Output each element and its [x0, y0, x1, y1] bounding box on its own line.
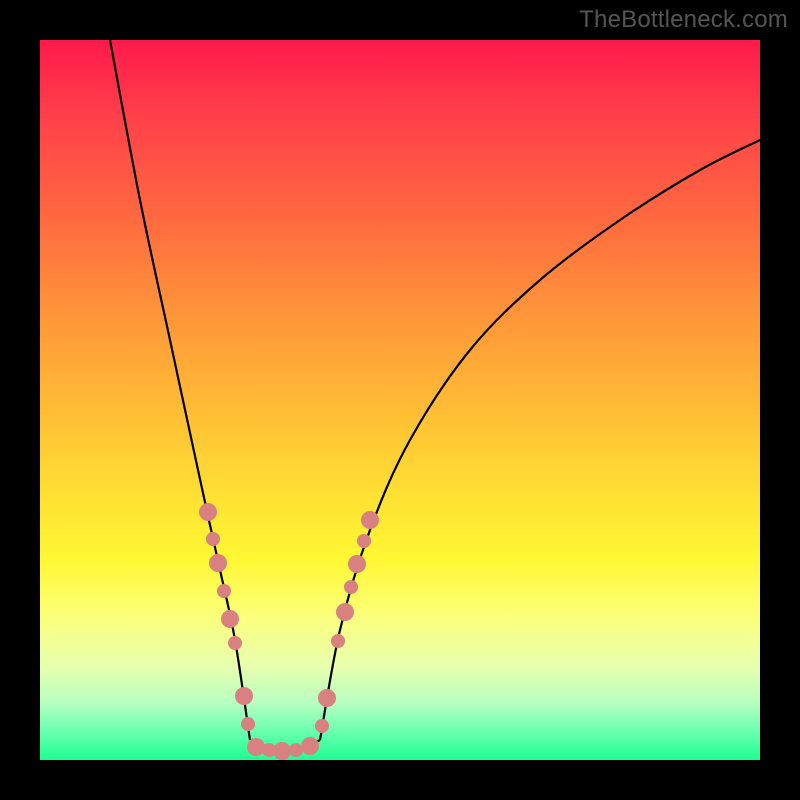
data-point-floor-4 [301, 737, 319, 755]
data-point-right-4 [344, 580, 358, 594]
data-point-floor-0 [247, 738, 265, 756]
curve-left-branch [110, 40, 250, 740]
data-point-right-7 [361, 511, 379, 529]
data-point-right-0 [315, 719, 329, 733]
data-point-right-2 [331, 634, 345, 648]
data-point-left-0 [199, 503, 217, 521]
data-point-right-1 [318, 689, 336, 707]
data-point-left-6 [235, 687, 253, 705]
data-point-right-6 [357, 534, 371, 548]
data-point-right-5 [348, 555, 366, 573]
watermark-text: TheBottleneck.com [579, 6, 788, 34]
data-point-left-7 [241, 717, 255, 731]
curve-layer [40, 40, 760, 760]
data-point-left-1 [206, 532, 220, 546]
chart-frame: TheBottleneck.com [0, 0, 800, 800]
data-point-left-3 [217, 584, 231, 598]
data-point-right-3 [336, 603, 354, 621]
data-points-group [199, 503, 379, 760]
data-point-left-2 [209, 554, 227, 572]
data-point-floor-3 [289, 743, 303, 757]
data-point-left-5 [228, 636, 242, 650]
data-point-left-4 [221, 610, 239, 628]
plot-area [40, 40, 760, 760]
curve-right-branch [320, 140, 760, 740]
data-point-floor-2 [273, 742, 291, 760]
